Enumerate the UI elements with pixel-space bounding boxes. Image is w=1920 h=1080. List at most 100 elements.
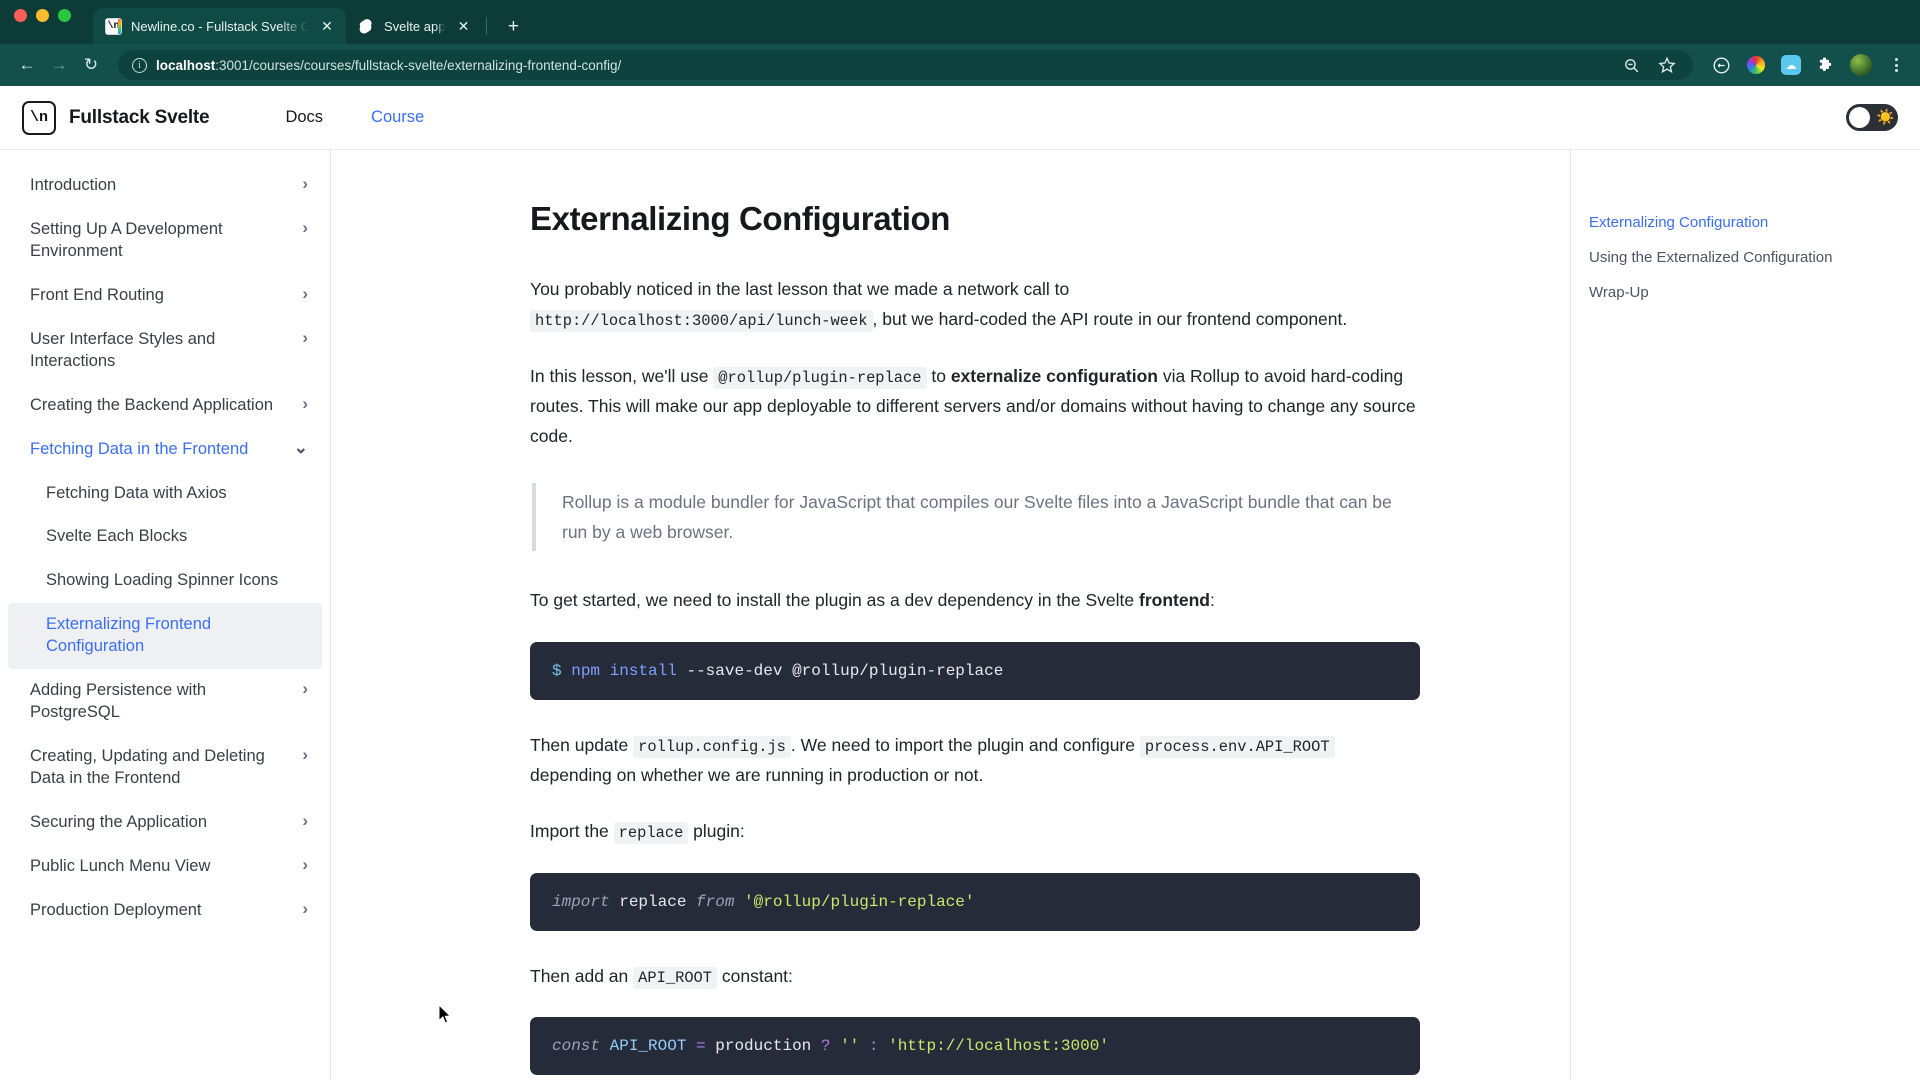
brand[interactable]: \n Fullstack Svelte	[22, 100, 210, 138]
close-window-button[interactable]	[14, 8, 27, 22]
text: To get started, we need to install the p…	[530, 590, 1140, 611]
code-token: =	[686, 1037, 716, 1056]
tab-divider	[486, 17, 488, 35]
text: to	[926, 365, 951, 386]
address-bar[interactable]: i localhost:3001/courses/courses/fullsta…	[118, 50, 1693, 80]
text: . We need to import the plugin and confi…	[790, 734, 1140, 755]
code-block-import-replace[interactable]: import replace from '@rollup/plugin-repl…	[530, 872, 1420, 931]
browser-tab-inactive[interactable]: Svelte app ✕	[346, 8, 482, 44]
toc-item-wrap-up[interactable]: Wrap-Up	[1589, 275, 1896, 310]
back-button[interactable]: ←	[12, 50, 42, 80]
sidebar-item-label: Setting Up A Development Environment	[30, 219, 223, 260]
site-header: \n Fullstack Svelte Docs Course ☀️	[0, 86, 1920, 150]
text: constant:	[717, 965, 793, 986]
window-traffic-lights	[14, 0, 71, 44]
reload-button[interactable]: ↻	[76, 50, 106, 80]
emphasis-text: frontend	[1139, 590, 1210, 611]
code-token: production	[715, 1037, 821, 1056]
sidebar-item-creating-the-backend-application[interactable]: Creating the Backend Application ›	[0, 384, 330, 428]
split-screen-icon[interactable]	[1709, 53, 1733, 77]
sidebar-item-production-deployment[interactable]: Production Deployment ›	[0, 889, 330, 933]
code-token: '@rollup/plugin-replace'	[734, 892, 975, 911]
brand-name: Fullstack Svelte	[69, 106, 210, 128]
nav-link-docs[interactable]: Docs	[261, 108, 347, 127]
theme-toggle[interactable]: ☀️	[1846, 104, 1898, 131]
newline-logo-icon: \n	[22, 100, 58, 138]
url-host: localhost	[156, 57, 216, 73]
tab-title: Svelte app	[384, 18, 446, 34]
close-icon[interactable]: ✕	[318, 17, 336, 35]
code-block-npm-install[interactable]: $ npm install --save-dev @rollup/plugin-…	[530, 641, 1420, 700]
chevron-right-icon: ›	[302, 679, 308, 699]
sun-icon: ☀️	[1876, 109, 1895, 126]
text: Then update	[530, 734, 634, 755]
code-block-api-root-const[interactable]: const API_ROOT = production ? '' : 'http…	[530, 1017, 1420, 1076]
svelte-logo-icon	[358, 18, 375, 35]
toc-item-using-the-externalized-configuration[interactable]: Using the Externalized Configuration	[1589, 240, 1896, 275]
maximize-window-button[interactable]	[58, 8, 71, 22]
sidebar-item-externalizing-frontend-configuration[interactable]: Externalizing Frontend Configuration	[8, 603, 322, 670]
text: Then add an	[530, 965, 634, 986]
shell-prompt: $	[552, 661, 562, 680]
paragraph-2: In this lesson, we'll use @rollup/plugin…	[530, 361, 1420, 452]
sidebar-item-setting-up-a-development-environment[interactable]: Setting Up A Development Environment ›	[0, 208, 330, 274]
lesson-content: Externalizing Configuration You probably…	[331, 150, 1570, 1080]
nav-link-course[interactable]: Course	[347, 108, 448, 127]
course-sidebar[interactable]: Introduction › Setting Up A Development …	[0, 150, 331, 1080]
sidebar-item-fetching-data-in-the-frontend[interactable]: Fetching Data in the Frontend ⌄	[0, 428, 330, 472]
code-token: --save-dev @rollup/plugin-replace	[676, 661, 1004, 680]
color-pinwheel-extension-icon[interactable]	[1744, 53, 1768, 77]
new-tab-button[interactable]: +	[499, 12, 527, 40]
bookmark-star-icon[interactable]	[1655, 53, 1679, 77]
minimize-window-button[interactable]	[36, 8, 49, 22]
text: , but we hard-coded the API route in our…	[872, 309, 1348, 330]
omnibox-actions	[1619, 53, 1679, 77]
article: Externalizing Configuration You probably…	[530, 200, 1420, 1080]
extensions-puzzle-icon[interactable]	[1814, 53, 1838, 77]
table-of-contents: Externalizing Configuration Using the Ex…	[1570, 150, 1920, 1080]
browser-tab-active[interactable]: \n Newline.co - Fullstack Svelte C ✕	[93, 8, 346, 44]
chrome-menu-kebab-icon[interactable]	[1884, 53, 1908, 77]
page-viewport: \n Fullstack Svelte Docs Course ☀️ Intro…	[0, 86, 1920, 1080]
toc-item-externalizing-configuration[interactable]: Externalizing Configuration	[1589, 205, 1896, 240]
inline-code: replace	[613, 822, 689, 845]
sidebar-item-label: Front End Routing	[30, 285, 164, 304]
chevron-right-icon: ›	[302, 898, 308, 918]
sidebar-item-user-interface-styles-and-interactions[interactable]: User Interface Styles and Interactions ›	[0, 318, 330, 384]
paragraph-5: Import the replace plugin:	[530, 816, 1420, 846]
browser-window: \n Newline.co - Fullstack Svelte C ✕ Sve…	[0, 0, 1920, 1080]
cloud-extension-icon[interactable]: ☁	[1779, 53, 1803, 77]
search-zoom-icon[interactable]	[1619, 53, 1643, 77]
code-token: install	[609, 661, 677, 680]
sidebar-item-introduction[interactable]: Introduction ›	[0, 164, 330, 208]
text: You probably noticed in the last lesson …	[530, 279, 1070, 299]
forward-button[interactable]: →	[44, 50, 74, 80]
code-token: API_ROOT	[600, 1037, 687, 1056]
sidebar-item-label: Fetching Data in the Frontend	[30, 439, 249, 458]
callout-note: Rollup is a module bundler for JavaScrip…	[532, 483, 1412, 552]
newline-logo-icon: \n	[105, 17, 122, 35]
sidebar-item-securing-the-application[interactable]: Securing the Application ›	[0, 801, 330, 845]
profile-avatar-icon[interactable]	[1849, 53, 1873, 77]
sidebar-item-svelte-each-blocks[interactable]: Svelte Each Blocks	[0, 515, 330, 559]
sidebar-item-showing-loading-spinner-icons[interactable]: Showing Loading Spinner Icons	[0, 559, 330, 603]
sidebar-item-public-lunch-menu-view[interactable]: Public Lunch Menu View ›	[0, 845, 330, 889]
sidebar-item-front-end-routing[interactable]: Front End Routing ›	[0, 274, 330, 318]
sidebar-item-creating-updating-and-deleting-data-in-the-frontend[interactable]: Creating, Updating and Deleting Data in …	[0, 735, 330, 801]
site-info-icon[interactable]: i	[132, 57, 147, 73]
chevron-right-icon: ›	[302, 745, 308, 765]
browser-toolbar: ← → ↻ i localhost:3001/courses/courses/f…	[0, 44, 1920, 86]
chevron-right-icon: ›	[302, 854, 308, 874]
code-token: npm	[571, 661, 601, 680]
paragraph-3: To get started, we need to install the p…	[530, 585, 1420, 615]
sidebar-item-adding-persistence-with-postgresql[interactable]: Adding Persistence with PostgreSQL ›	[0, 669, 330, 735]
close-icon[interactable]: ✕	[454, 17, 472, 35]
sidebar-item-fetching-data-with-axios[interactable]: Fetching Data with Axios	[0, 472, 330, 516]
code-token: :	[868, 1037, 889, 1056]
inline-code: process.env.API_ROOT	[1139, 735, 1335, 758]
inline-code: rollup.config.js	[633, 735, 791, 758]
emphasis-text: externalize configuration	[950, 365, 1158, 386]
extension-icon-group: ☁	[1705, 53, 1908, 77]
tab-title: Newline.co - Fullstack Svelte C	[131, 18, 309, 34]
chevron-right-icon: ›	[302, 810, 308, 830]
